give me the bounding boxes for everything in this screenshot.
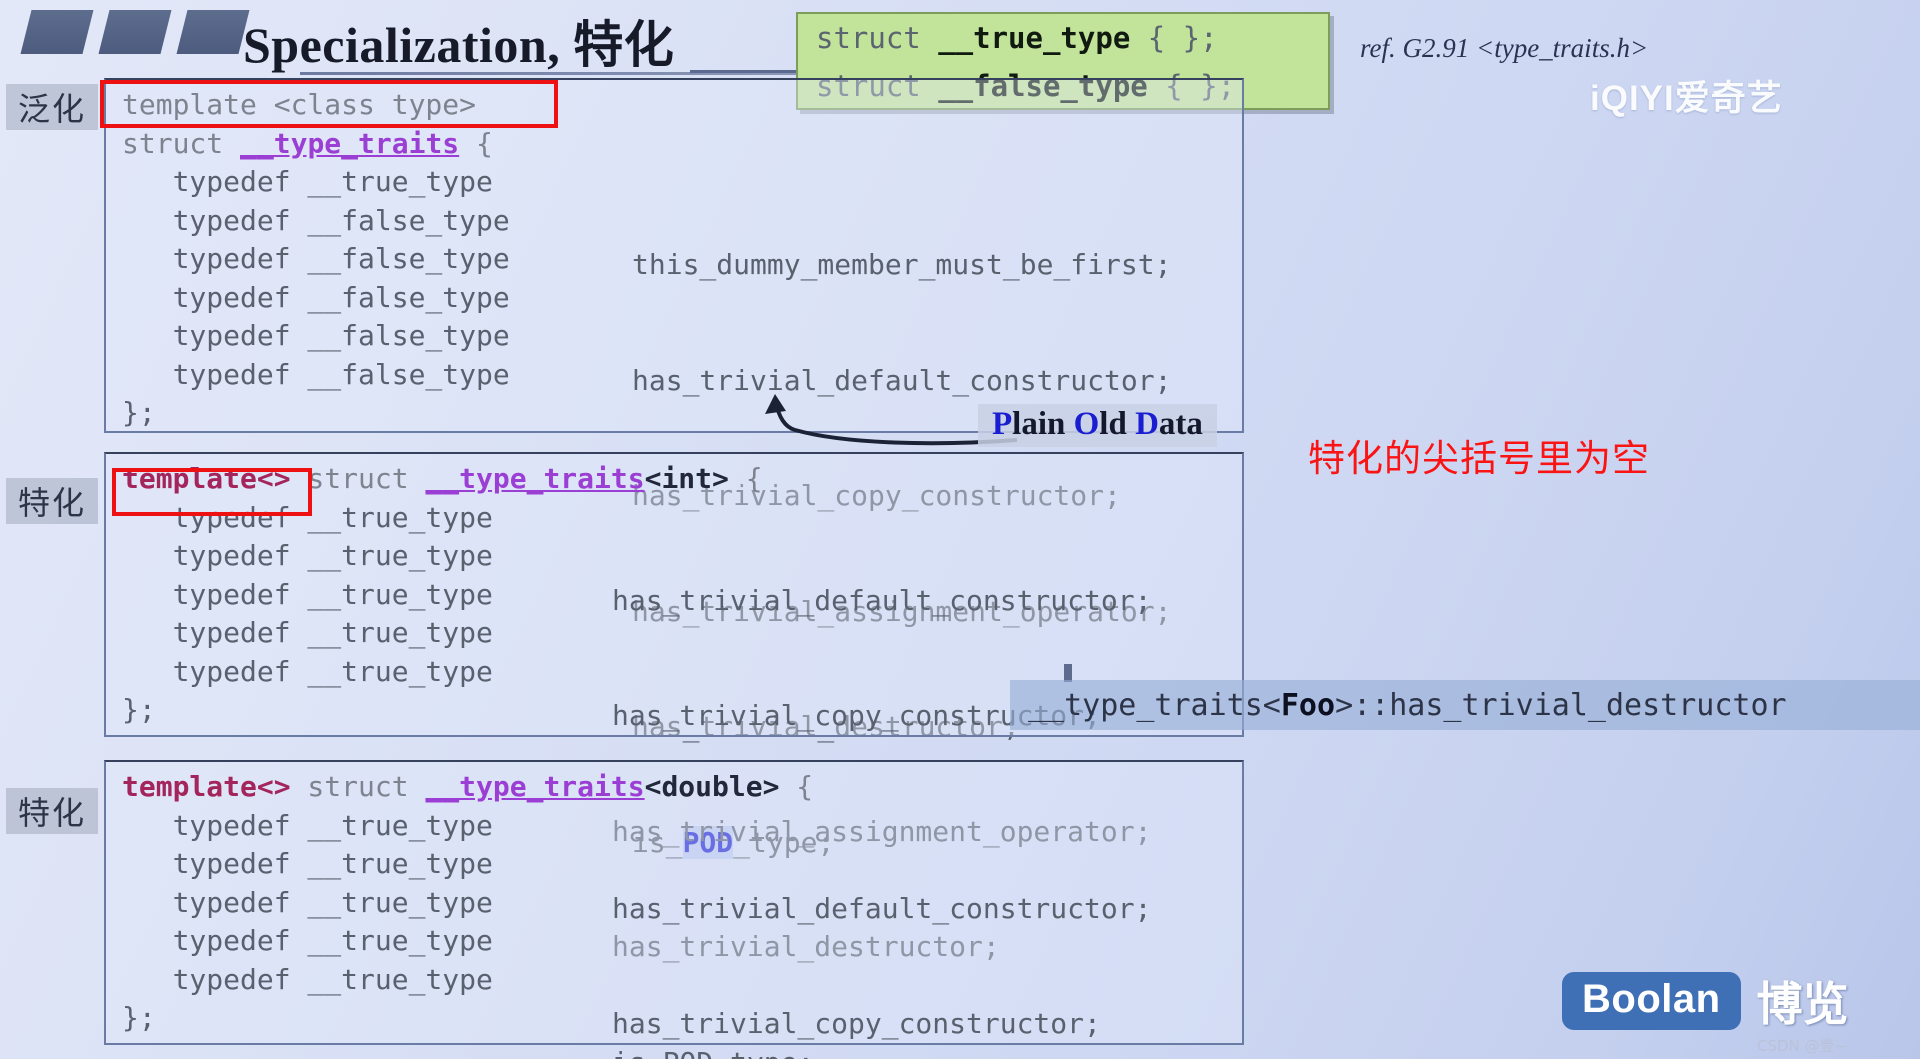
code-double-header: template<> struct __type_traits<double> …: [106, 762, 1242, 807]
code-panel-double-specialization: template<> struct __type_traits<double> …: [104, 760, 1244, 1045]
generic-close-brace: };: [122, 396, 156, 429]
boolan-cn-wordmark: 博览: [1756, 977, 1849, 1031]
generic-struct-keyword: struct: [122, 126, 241, 160]
row-typedef: typedef __false_type: [122, 280, 510, 314]
decoration-bar-3: [176, 10, 250, 54]
generic-struct-brace: {: [459, 126, 493, 160]
pod-letter-o: O: [1073, 406, 1100, 442]
int-template-keyword: template<>: [122, 462, 291, 495]
green-line1-type: __true_type: [938, 21, 1131, 55]
boolan-wordmark: Boolan: [1562, 972, 1741, 1030]
row-typedef: typedef __true_type: [122, 924, 493, 957]
int-close-brace: };: [122, 693, 156, 726]
green-box-line-1: struct __true_type { };: [798, 14, 1328, 62]
sidebar-label-generic: 泛化: [6, 84, 98, 130]
expression-type-arg: Foo: [1280, 687, 1336, 723]
double-struct-brace: {: [779, 770, 814, 803]
slide-canvas: Specialization, 特化 ref. G2.91 <type_trai…: [0, 0, 1920, 1059]
code-generic-struct: struct __type_traits {: [106, 125, 1242, 164]
expression-prefix: __type_traits<: [1028, 687, 1281, 723]
row-typedef: typedef __true_type: [122, 654, 493, 688]
row-typedef: typedef __true_type: [122, 165, 493, 198]
int-struct-brace: {: [728, 462, 763, 495]
boolan-logo: Boolan 博览: [1562, 968, 1849, 1034]
row-typedef: typedef __false_type: [122, 357, 510, 391]
pod-word-ata: ata: [1158, 406, 1203, 442]
iqiyi-watermark: iQIYI爱奇艺: [1590, 70, 1783, 121]
sidebar-label-specialized-int: 特化: [6, 478, 98, 524]
row-typedef: typedef __true_type: [122, 962, 493, 996]
expression-highlight-bar: __type_traits< Foo >::has_trivial_destruct…: [1010, 680, 1920, 730]
page-title: Specialization, 特化: [243, 5, 674, 77]
reference-note: ref. G2.91 <type_traits.h>: [1360, 33, 1649, 63]
double-close-brace: };: [122, 1001, 156, 1034]
page-title-cn: 特化: [573, 16, 675, 74]
pod-word-ld: ld: [1099, 406, 1136, 442]
member-col: has_trivial_default_constructor; has_tri…: [596, 807, 1151, 1059]
sidebar-label-specialized-double: 特化: [6, 788, 98, 834]
code-generic-template: template <class type>: [106, 80, 1242, 125]
pod-letter-d: D: [1135, 406, 1159, 442]
row-typedef: typedef __false_type: [122, 203, 510, 237]
member-line: has_trivial_default_constructor;: [612, 583, 1152, 617]
green-line1-tail: { };: [1130, 21, 1218, 55]
member-line: has_trivial_default_constructor;: [612, 891, 1152, 925]
row-typedef: typedef __true_type: [122, 500, 493, 534]
member-line: this_dummy_member_must_be_first;: [632, 248, 1172, 281]
decoration-bar-1: [20, 10, 94, 54]
iqiyi-cn: 爱奇艺: [1674, 79, 1783, 119]
decoration-bar-2: [98, 10, 172, 54]
iqiyi-latin: iQIYI: [1590, 79, 1675, 118]
expression-suffix: >::has_trivial_destructor: [1335, 687, 1787, 723]
code-panel-generic: template <class type> struct __type_trai…: [104, 78, 1244, 859]
generic-template-line: template <class type>: [122, 88, 477, 121]
pod-letter-p: P: [992, 406, 1013, 442]
int-struct-name: __type_traits: [425, 462, 645, 495]
title-decoration-bars: [20, 10, 250, 54]
row-typedef: typedef __true_type: [122, 539, 493, 572]
row-typedef: typedef __false_type: [122, 319, 510, 352]
page-title-en: Specialization,: [243, 17, 561, 73]
green-line1-keyword: struct: [816, 21, 939, 55]
double-template-keyword: template<>: [122, 770, 291, 803]
code-int-header: template<> struct __type_traits<int> {: [106, 454, 1242, 499]
int-template-arg: <int>: [644, 462, 729, 495]
generic-struct-name: __type_traits: [240, 126, 460, 160]
pod-word-lain: lain: [1012, 406, 1074, 442]
double-struct-name: __type_traits: [425, 770, 645, 803]
row-typedef: typedef __true_type: [122, 847, 493, 880]
row-typedef: typedef __true_type: [122, 808, 493, 842]
green-box-connector-line: [690, 70, 800, 73]
row-typedef: typedef __true_type: [122, 577, 493, 611]
plain-old-data-callout: Plain Old Data: [978, 404, 1217, 447]
int-struct-keyword: struct: [290, 462, 426, 495]
double-struct-keyword: struct: [290, 770, 426, 803]
row-typedef: typedef __true_type: [122, 885, 493, 919]
member-line: has_trivial_copy_constructor;: [612, 1007, 1101, 1040]
row-typedef: typedef __true_type: [122, 616, 493, 649]
red-annotation-note: 特化的尖括号里为空: [1308, 437, 1650, 480]
row-typedef: typedef __false_type: [122, 242, 510, 275]
double-template-arg: <double>: [644, 770, 780, 803]
csdn-watermark: CSDN @壹~: [1757, 1037, 1848, 1055]
